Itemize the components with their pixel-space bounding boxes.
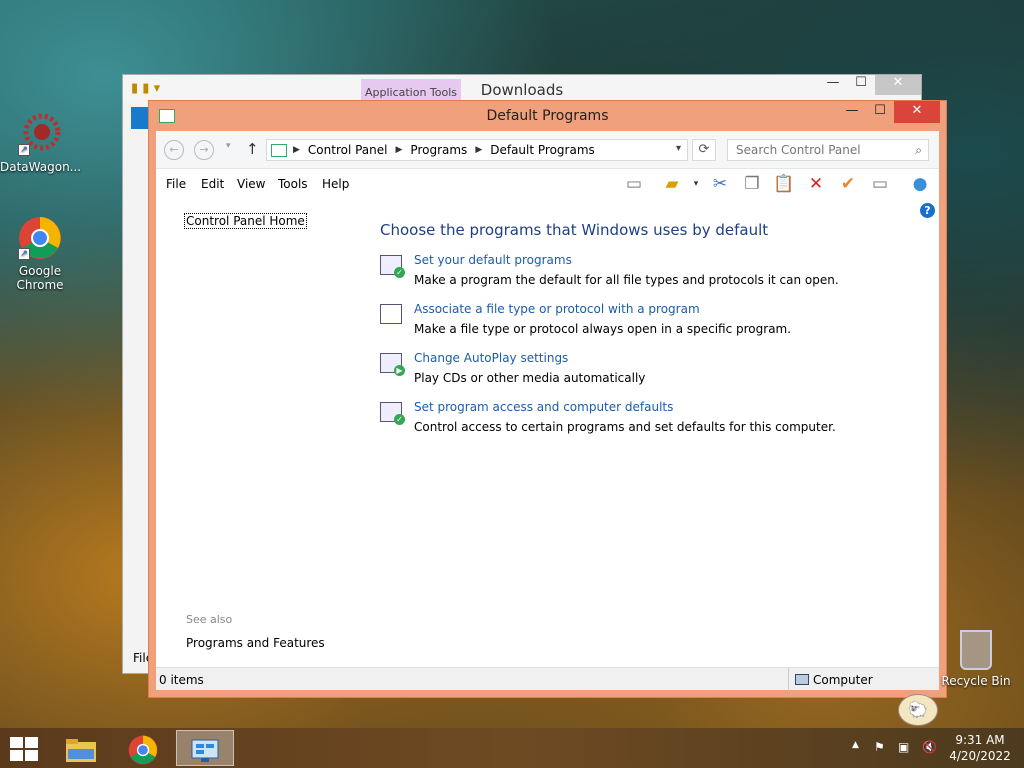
menu-tools[interactable]: Tools bbox=[278, 177, 308, 191]
see-also-label: See also bbox=[186, 613, 233, 626]
network-icon[interactable]: ▣ bbox=[898, 740, 909, 754]
window-title: Default Programs bbox=[486, 108, 609, 124]
menu-edit[interactable]: Edit bbox=[201, 177, 224, 191]
task-description: Make a file type or protocol always open… bbox=[414, 322, 792, 336]
help-icon[interactable]: ? bbox=[920, 203, 935, 218]
programs-and-features-link[interactable]: Programs and Features bbox=[186, 636, 325, 650]
menu-bar: File Edit View Tools Help ▭ ▰ ▾ ✂ ❐ 📋 ✕ … bbox=[156, 169, 939, 199]
chevron-right-icon[interactable]: ▶ bbox=[396, 145, 403, 155]
forward-button[interactable]: → bbox=[194, 140, 214, 160]
associate-file-type-link[interactable]: Associate a file type or protocol with a… bbox=[414, 302, 700, 316]
chrome-icon: ↗ bbox=[18, 216, 62, 260]
folder-icon bbox=[66, 738, 96, 762]
mascot-icon[interactable]: 🐑 bbox=[898, 694, 938, 726]
folder-options-icon[interactable]: ▰ bbox=[660, 173, 684, 195]
navigation-bar: ← → ▾ ↑ ▶ Control Panel ▶ Programs ▶ Def… bbox=[156, 131, 939, 169]
chevron-right-icon[interactable]: ▶ bbox=[475, 145, 482, 155]
properties-check-icon[interactable]: ✔ bbox=[836, 173, 860, 195]
file-explorer-taskbar-button[interactable] bbox=[52, 730, 110, 766]
desktop-icon-label: Recycle Bin bbox=[941, 674, 1011, 688]
desktop-icon-recycle-bin[interactable]: Recycle Bin bbox=[936, 630, 1016, 688]
task-description: Play CDs or other media automatically bbox=[414, 371, 646, 385]
datawagon-icon: ↗ bbox=[18, 112, 62, 156]
delete-icon[interactable]: ✕ bbox=[804, 173, 828, 195]
maximize-button[interactable]: ☐ bbox=[847, 75, 875, 95]
system-clock[interactable]: 9:31 AM 4/20/2022 bbox=[948, 732, 1012, 764]
start-button[interactable] bbox=[10, 737, 38, 761]
volume-muted-icon[interactable]: 🔇 bbox=[922, 740, 937, 754]
autoplay-icon: ▶ bbox=[380, 353, 405, 376]
recycle-bin-icon bbox=[960, 630, 992, 670]
chrome-icon bbox=[128, 735, 158, 764]
desktop-icon-label: DataWagon... bbox=[0, 160, 82, 174]
globe-icon[interactable]: ● bbox=[908, 173, 932, 195]
refresh-button[interactable]: ⟳ bbox=[692, 139, 716, 161]
menu-view[interactable]: View bbox=[237, 177, 265, 191]
program-access-icon: ✓ bbox=[380, 402, 405, 425]
file-tab[interactable] bbox=[131, 107, 149, 129]
breadcrumb-control-panel[interactable]: Control Panel bbox=[308, 143, 388, 157]
copy-icon[interactable]: ❐ bbox=[740, 173, 764, 195]
search-icon[interactable]: ⌕ bbox=[915, 143, 922, 158]
address-bar[interactable]: ▶ Control Panel ▶ Programs ▶ Default Pro… bbox=[266, 139, 688, 161]
control-panel-home-link[interactable]: Control Panel Home bbox=[184, 213, 307, 229]
change-autoplay-link[interactable]: Change AutoPlay settings bbox=[414, 351, 568, 365]
breadcrumb-programs[interactable]: Programs bbox=[410, 143, 467, 157]
cut-icon[interactable]: ✂ bbox=[708, 173, 732, 195]
status-location-label: Computer bbox=[813, 673, 873, 687]
search-input[interactable]: Search Control Panel ⌕ bbox=[727, 139, 929, 161]
control-panel-icon bbox=[191, 739, 219, 762]
chevron-right-icon[interactable]: ▶ bbox=[293, 145, 300, 155]
taskbar: ▲ ⚑ ▣ 🔇 9:31 AM 4/20/2022 bbox=[0, 728, 1024, 768]
close-button[interactable]: ✕ bbox=[875, 75, 921, 95]
chevron-down-icon[interactable]: ▾ bbox=[676, 143, 681, 154]
window-client: ← → ▾ ↑ ▶ Control Panel ▶ Programs ▶ Def… bbox=[156, 131, 939, 691]
computer-icon bbox=[795, 674, 809, 685]
control-panel-taskbar-button[interactable] bbox=[176, 730, 234, 766]
minimize-button[interactable]: — bbox=[838, 101, 866, 123]
task-description: Make a program the default for all file … bbox=[414, 273, 839, 287]
chevron-down-icon[interactable]: ▾ bbox=[684, 173, 708, 195]
control-panel-icon bbox=[271, 143, 287, 157]
status-bar: 0 items Computer bbox=[156, 667, 939, 691]
desktop-icon-chrome[interactable]: ↗ Google Chrome bbox=[0, 216, 80, 292]
close-button[interactable]: ✕ bbox=[894, 101, 940, 123]
program-access-link[interactable]: Set program access and computer defaults bbox=[414, 400, 673, 414]
list-settings-icon bbox=[380, 304, 402, 324]
set-default-programs-link[interactable]: Set your default programs bbox=[414, 253, 572, 267]
default-programs-window[interactable]: Default Programs — ☐ ✕ ← → ▾ ↑ ▶ Control… bbox=[148, 100, 947, 698]
minimize-button[interactable]: — bbox=[819, 75, 847, 95]
default-programs-icon: ✓ bbox=[380, 255, 405, 278]
status-location: Computer bbox=[788, 668, 873, 691]
task-description: Control access to certain programs and s… bbox=[414, 420, 836, 434]
shortcut-arrow-icon: ↗ bbox=[18, 248, 30, 260]
shortcut-arrow-icon: ↗ bbox=[18, 144, 30, 156]
up-button[interactable]: ↑ bbox=[246, 140, 259, 158]
clock-time: 9:31 AM bbox=[955, 733, 1005, 747]
paste-icon[interactable]: 📋 bbox=[772, 173, 796, 195]
maximize-button[interactable]: ☐ bbox=[866, 101, 894, 123]
desktop-icon-label: Google Chrome bbox=[16, 264, 64, 292]
item-count: 0 items bbox=[159, 673, 204, 687]
desktop-icon-datawagon[interactable]: ↗ DataWagon... bbox=[0, 112, 82, 174]
breadcrumb-default-programs[interactable]: Default Programs bbox=[490, 143, 595, 157]
downloads-title-bar[interactable]: ▮ ▮ ▾ Application Tools Downloads — ☐ ✕ bbox=[123, 75, 921, 103]
rename-icon[interactable]: ▭ bbox=[868, 173, 892, 195]
action-center-flag-icon[interactable]: ⚑ bbox=[874, 740, 885, 754]
layout-pane-icon[interactable]: ▭ bbox=[622, 173, 646, 195]
menu-file[interactable]: File bbox=[166, 177, 186, 191]
page-heading: Choose the programs that Windows uses by… bbox=[380, 221, 769, 239]
clock-date: 4/20/2022 bbox=[949, 749, 1011, 763]
show-hidden-icons-icon[interactable]: ▲ bbox=[852, 740, 859, 750]
back-button[interactable]: ← bbox=[164, 140, 184, 160]
content-area: ? Control Panel Home Choose the programs… bbox=[156, 199, 939, 667]
search-placeholder: Search Control Panel bbox=[736, 143, 861, 157]
window-title-bar[interactable]: Default Programs — ☐ ✕ bbox=[149, 101, 946, 131]
recent-locations-button[interactable]: ▾ bbox=[226, 141, 231, 151]
chrome-taskbar-button[interactable] bbox=[114, 730, 172, 766]
menu-help[interactable]: Help bbox=[322, 177, 349, 191]
downloads-title: Downloads bbox=[480, 81, 564, 99]
